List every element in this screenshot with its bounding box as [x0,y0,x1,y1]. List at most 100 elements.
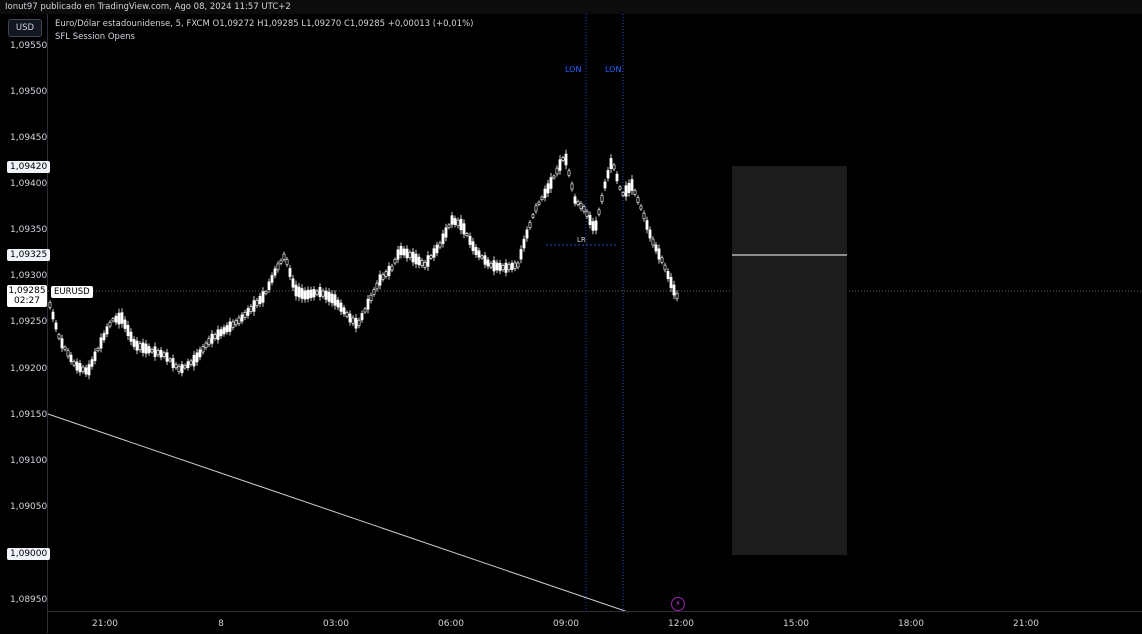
candle-body [201,346,205,353]
candle-body [216,329,220,340]
candle-body [468,235,472,245]
candle-body [159,349,163,358]
candle-body [339,302,343,312]
candle-body [186,361,190,369]
candle-body [660,257,664,263]
candle-body [510,262,514,270]
candle-body [498,262,502,272]
time-tick: 21:00 [1013,619,1039,629]
candle-body [492,260,496,272]
candle-body [270,275,274,283]
candle-body [156,350,160,356]
candle-body [114,315,118,323]
session-label-2: LON [605,65,622,74]
candle-body [210,333,214,344]
candle-body [153,346,157,357]
candle-body [318,287,322,297]
candle-body [294,284,298,297]
candle-body [465,233,469,236]
candle-body [48,302,52,308]
candle-body [594,220,598,231]
candle-body [288,268,292,277]
candle-body [408,252,412,258]
time-tick: 03:00 [323,619,349,629]
candle-body [204,342,208,348]
candle-body [282,253,286,260]
candle-body [237,317,241,324]
candle-body [312,289,316,298]
lightning-icon[interactable]: ⚡ [671,597,685,611]
candle-body [588,215,592,225]
candle-body [276,263,280,271]
candle-body [243,312,247,318]
candle-body [372,289,376,295]
candle-body [180,364,184,374]
candle-body [441,233,445,244]
candle-body [117,312,121,325]
candle-body [387,265,391,277]
candle-body [456,219,460,227]
candle-body [399,245,403,256]
candle-body [609,158,613,169]
candle-body [435,244,439,254]
candle-body [144,343,148,354]
candle-body [303,290,307,300]
candle-body [60,338,64,349]
candle-body [615,173,619,182]
time-tick: 15:00 [783,619,809,629]
candle-body [633,190,637,195]
candle-body [675,292,679,300]
candle-body [603,181,607,189]
candle-body [351,317,355,324]
time-tick: 18:00 [898,619,924,629]
candle-body [663,264,667,271]
candle-body [480,255,484,259]
candle-body [108,321,112,327]
candle-body [348,313,352,323]
candle-body [384,271,388,277]
candle-body [489,262,493,268]
candle-body [411,251,415,263]
candle-body [315,290,319,295]
candle-body [516,262,520,268]
candle-body [462,223,466,235]
candle-body [393,259,397,264]
candle-body [162,352,166,357]
candle-body [171,358,175,368]
candle-body [414,253,418,265]
candle-body [120,312,124,324]
time-axis[interactable]: 21:00 8 03:00 06:00 09:00 12:00 15:00 18… [48,611,1142,634]
range-label: LR [577,236,586,244]
candle-body [63,346,67,350]
candle-body [567,170,571,176]
trend-line[interactable] [47,413,629,613]
position-box[interactable] [732,166,847,555]
candle-body [249,306,253,312]
candle-body [513,262,517,269]
candle-body [426,255,430,267]
candle-body [264,291,268,295]
candle-body [648,229,652,239]
candle-body [447,224,451,228]
candle-body [198,349,202,358]
candle-body [519,249,523,260]
candle-body [129,331,133,342]
candle-body [420,260,424,266]
time-tick: 06:00 [438,619,464,629]
candle-body [141,342,145,353]
candle-body [336,299,340,308]
candle-body [645,220,649,230]
candle-body [378,274,382,286]
candle-body [324,290,328,300]
candle-body [357,319,361,326]
candle-body [354,317,358,329]
candle-body [138,343,142,350]
candle-body [672,284,676,296]
candle-body [450,215,454,225]
candle-body [483,255,487,265]
candle-body [570,183,574,190]
candle-body [174,363,178,369]
chart-canvas[interactable]: LR [0,0,1142,633]
candle-body [306,289,310,299]
candle-body [111,318,115,322]
